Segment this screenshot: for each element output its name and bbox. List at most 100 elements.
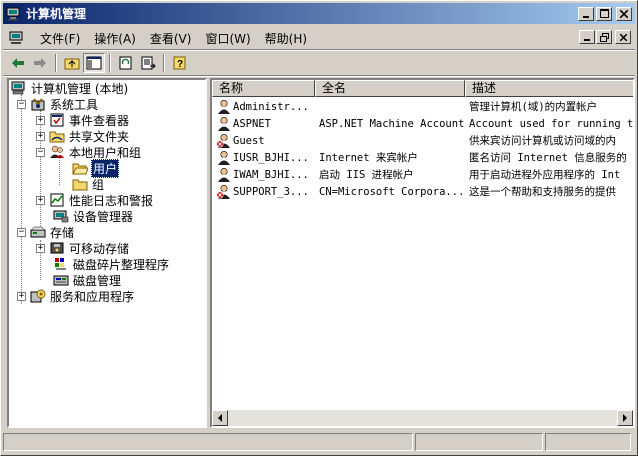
tree-item-system-tools[interactable]: − 系统工具 (17, 96, 99, 112)
back-arrow-icon (12, 58, 24, 68)
users-list-pane[interactable]: 名称 全名 描述 Administr... 管理计算机(域)的内置帐户 ASPN… (210, 78, 635, 428)
tree-label: 组 (92, 177, 105, 192)
help-button[interactable]: ? (169, 53, 191, 73)
close-button[interactable] (616, 6, 632, 21)
collapse-toggle[interactable]: − (36, 147, 45, 157)
cell-description: 用于启动进程外应用程序的 Int (469, 169, 621, 181)
collapse-toggle[interactable]: − (17, 99, 26, 109)
arrow-left-icon (218, 414, 222, 422)
list-row[interactable]: Guest 供来宾访问计算机或访问域的内 (212, 132, 633, 149)
tree-item-disk-defragmenter[interactable]: 磁盘碎片整理程序 (40, 256, 170, 272)
tree-label: 服务和应用程序 (50, 289, 135, 304)
scroll-track[interactable] (228, 410, 617, 426)
defrag-icon (55, 258, 66, 270)
refresh-button[interactable] (115, 53, 137, 73)
list-row[interactable]: Administr... 管理计算机(域)的内置帐户 (212, 98, 633, 115)
mdi-restore-button[interactable] (596, 30, 612, 44)
cell-full-name: Internet 来宾帐户 (319, 152, 418, 164)
tree-item-event-viewer[interactable]: + 事件查看器 (36, 112, 130, 128)
menu-file[interactable]: 文件(F) (33, 28, 87, 49)
list-row[interactable]: IUSR_BJHI... Internet 来宾帐户 匿名访问 Internet… (212, 149, 633, 166)
scroll-left-button[interactable] (212, 410, 228, 426)
toolbar-separator (55, 54, 57, 72)
show-hide-tree-button[interactable] (83, 53, 105, 73)
console-tree-pane[interactable]: 计算机管理 (本地) − 系统工具 + 事件查看器 + 共享文件夹 − 本地用户… (7, 78, 207, 428)
folder-open-icon (72, 163, 88, 175)
status-cell-3 (545, 433, 631, 451)
close-icon (620, 9, 628, 18)
maximize-icon (599, 9, 609, 18)
tree-label: 磁盘碎片整理程序 (73, 257, 170, 272)
user-name: IUSR_BJHI... (233, 151, 309, 164)
minimize-button[interactable] (578, 6, 594, 21)
tree-item-groups[interactable]: 组 (59, 176, 105, 192)
tree-item-shared-folders[interactable]: + 共享文件夹 (36, 128, 130, 144)
user-name: IWAM_BJHI... (233, 168, 309, 181)
tree-item-device-manager[interactable]: 设备管理器 (40, 208, 134, 224)
window-title: 计算机管理 (26, 7, 87, 21)
cell-name: ASPNET (212, 116, 315, 132)
mdi-close-button[interactable] (615, 30, 631, 44)
folder-up-icon (64, 58, 80, 70)
cell-name: Guest (212, 133, 315, 149)
list-row[interactable]: ASPNET ASP.NET Machine Account Account u… (212, 115, 633, 132)
device-manager-icon (53, 210, 69, 223)
list-row[interactable]: IWAM_BJHI... 启动 IIS 进程帐户 用于启动进程外应用程序的 In… (212, 166, 633, 183)
restore-icon (599, 32, 609, 42)
tree-item-computer-management[interactable]: 计算机管理 (本地) (11, 80, 129, 96)
expand-toggle[interactable]: + (17, 291, 26, 301)
tree-label: 磁盘管理 (73, 273, 122, 288)
cell-name: Administr... (212, 99, 315, 115)
close-icon (619, 33, 627, 41)
export-list-button[interactable] (137, 53, 159, 73)
user-icon (218, 150, 230, 165)
expand-toggle[interactable]: + (36, 131, 45, 141)
tree-item-removable-storage[interactable]: + 可移动存储 (36, 240, 130, 256)
toolbar-separator (163, 54, 165, 72)
tree-item-local-users-groups[interactable]: − 本地用户和组 (36, 144, 142, 160)
tree-item-perf-logs[interactable]: + 性能日志和警报 (36, 192, 154, 208)
tree-label: 计算机管理 (本地) (31, 81, 129, 96)
menu-bar: 文件(F) 操作(A) 查看(V) 窗口(W) 帮助(H) (3, 27, 635, 49)
title-bar[interactable]: 计算机管理 (3, 3, 635, 24)
column-header-full-name[interactable]: 全名 (315, 80, 465, 97)
expand-toggle[interactable]: + (36, 195, 45, 205)
folder-icon (72, 179, 88, 191)
back-button[interactable] (7, 53, 29, 73)
tree-item-users[interactable]: 用户 (59, 158, 120, 178)
column-header-description[interactable]: 描述 (465, 80, 633, 97)
menu-help[interactable]: 帮助(H) (258, 28, 314, 49)
scroll-right-button[interactable] (617, 410, 633, 426)
expand-toggle[interactable]: + (36, 243, 45, 253)
app-menu-icon[interactable] (9, 31, 25, 45)
status-bar (3, 433, 635, 453)
menu-window[interactable]: 窗口(W) (198, 28, 257, 49)
forward-arrow-icon (34, 58, 46, 68)
menu-action[interactable]: 操作(A) (87, 28, 143, 49)
list-row[interactable]: SUPPORT_3... CN=Microsoft Corpora... 这是一… (212, 183, 633, 200)
maximize-button[interactable] (596, 6, 612, 21)
mdi-minimize-button[interactable] (579, 30, 595, 44)
toolbar-separator-line (3, 75, 635, 77)
cell-full-name: 启动 IIS 进程帐户 (319, 169, 414, 181)
tree-item-storage[interactable]: − 存储 (17, 224, 75, 240)
menu-view[interactable]: 查看(V) (143, 28, 199, 49)
forward-button[interactable] (29, 53, 51, 73)
expand-toggle[interactable]: + (36, 115, 45, 125)
computer-management-window: 计算机管理 文件(F) 操作(A) 查看(V) 窗口(W) 帮助(H) ? 计算… (0, 0, 638, 456)
up-one-level-button[interactable] (61, 53, 83, 73)
computer-management-icon (6, 7, 20, 20)
horizontal-scrollbar[interactable] (212, 410, 633, 426)
user-name: Administr... (233, 100, 309, 113)
tree-item-disk-management[interactable]: 磁盘管理 (40, 272, 122, 288)
computer-icon (11, 81, 25, 95)
minimize-icon (583, 38, 590, 41)
services-apps-icon (30, 289, 46, 303)
cell-name: IUSR_BJHI... (212, 150, 315, 166)
removable-storage-icon (50, 242, 64, 254)
collapse-toggle[interactable]: − (17, 227, 26, 237)
disk-management-icon (53, 275, 69, 286)
tree-item-services-apps[interactable]: + 服务和应用程序 (17, 288, 135, 304)
column-header-name[interactable]: 名称 (212, 80, 315, 97)
user-name: ASPNET (233, 117, 271, 130)
